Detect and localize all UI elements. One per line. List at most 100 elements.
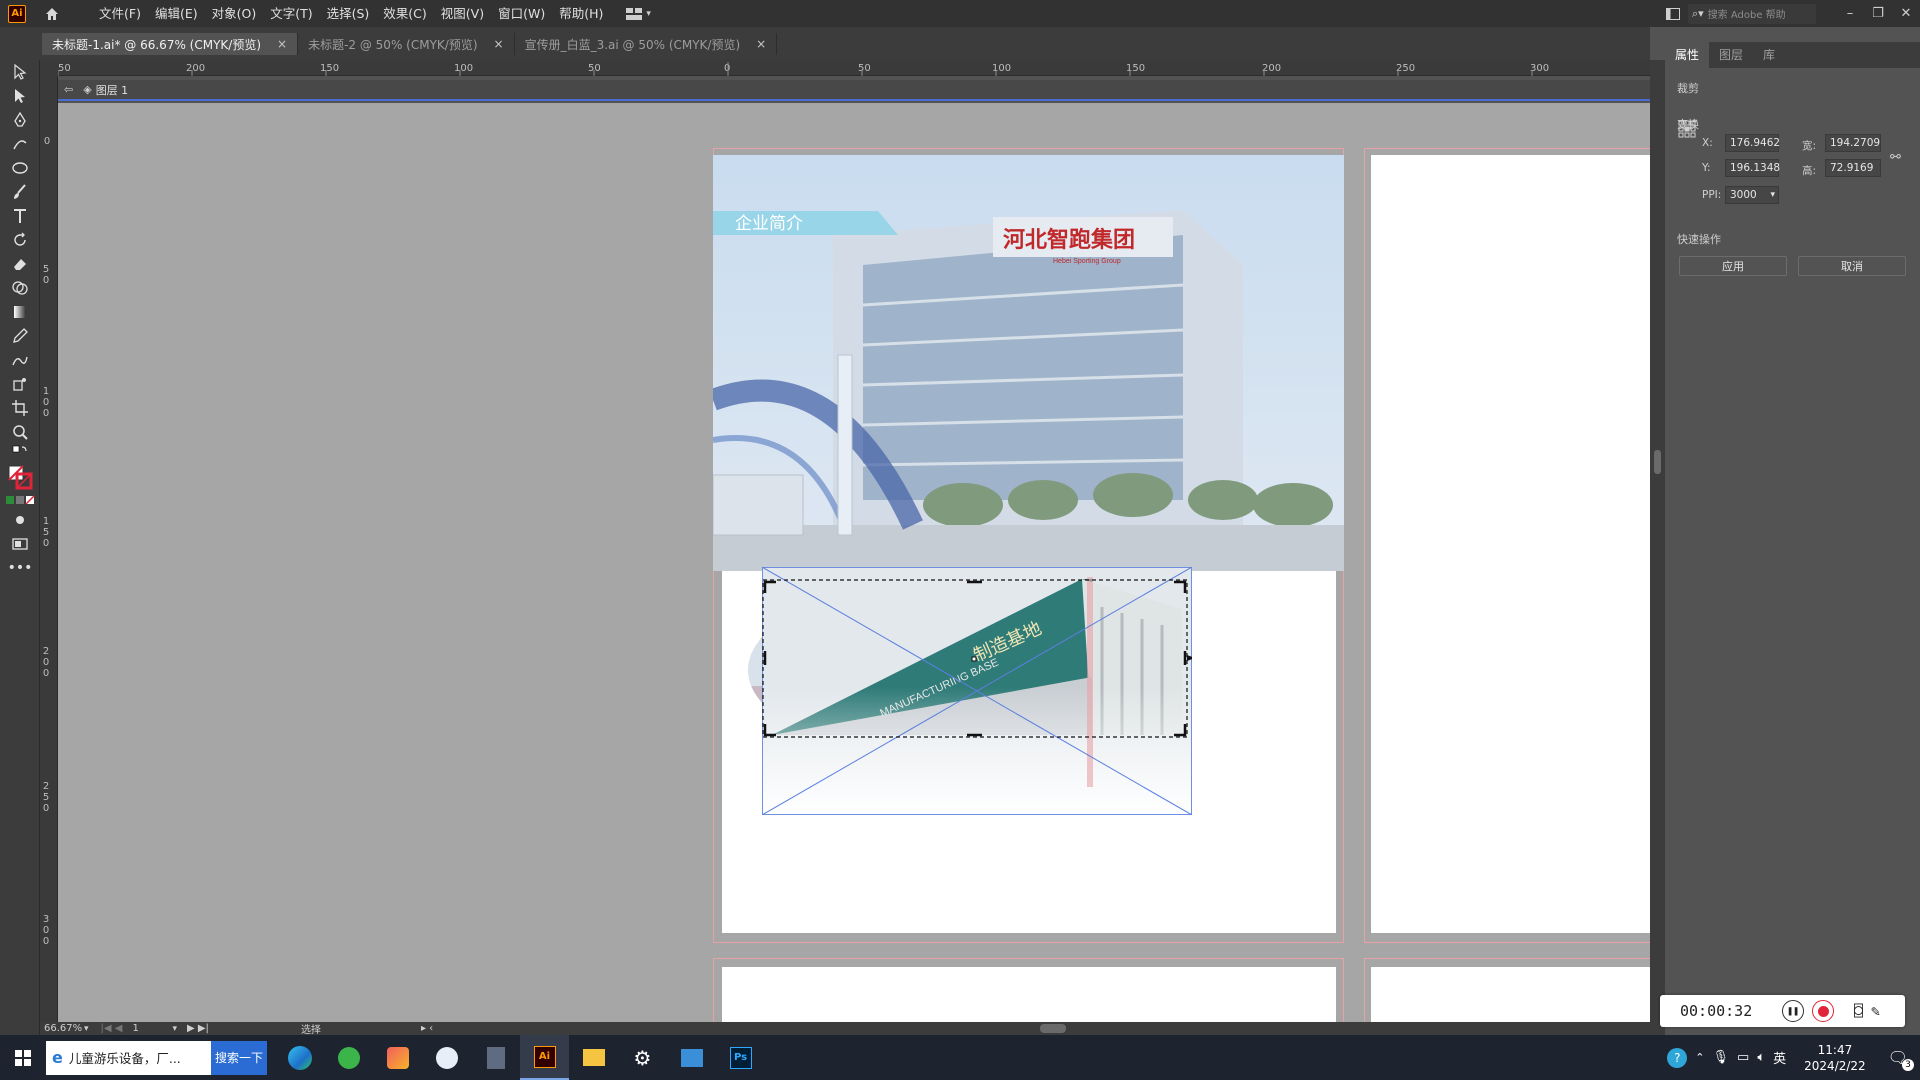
tab-document-3[interactable]: 宣传册_白蓝_3.ai @ 50% (CMYK/预览) × bbox=[514, 33, 778, 55]
artboard-4[interactable] bbox=[1371, 967, 1650, 1022]
eyedropper-tool-icon[interactable] bbox=[0, 324, 40, 348]
menu-window[interactable]: 窗口(W) bbox=[491, 0, 552, 27]
photoshop-icon[interactable]: Ps bbox=[716, 1035, 765, 1080]
tab-libraries[interactable]: 库 bbox=[1753, 42, 1785, 68]
menu-effect[interactable]: 效果(C) bbox=[376, 0, 433, 27]
eraser-tool-icon[interactable] bbox=[0, 252, 40, 276]
x-field[interactable]: 176.9462 bbox=[1725, 134, 1780, 152]
zoom-tool-icon[interactable] bbox=[0, 420, 40, 444]
microphone-icon[interactable]: 🎙︎ bbox=[1713, 1050, 1730, 1065]
tab-document-1[interactable]: 未标题-1.ai* @ 66.67% (CMYK/预览) × bbox=[42, 33, 299, 55]
menu-type[interactable]: 文字(T) bbox=[263, 0, 319, 27]
apply-button[interactable]: 应用 bbox=[1679, 256, 1787, 276]
rotate-tool-icon[interactable] bbox=[0, 228, 40, 252]
ime-indicator[interactable]: 英 bbox=[1773, 1048, 1786, 1067]
restore-button[interactable]: ❐ bbox=[1864, 0, 1892, 27]
app-store-icon[interactable] bbox=[422, 1035, 471, 1080]
horizontal-ruler[interactable]: 50 200 150 100 50 0 50 100 150 200 250 3… bbox=[58, 60, 1650, 76]
menu-select[interactable]: 选择(S) bbox=[320, 0, 377, 27]
cancel-button[interactable]: 取消 bbox=[1798, 256, 1906, 276]
reference-point-icon[interactable] bbox=[1678, 120, 1696, 138]
more-tools-icon[interactable]: ••• bbox=[0, 556, 40, 580]
swap-colors-icon[interactable] bbox=[0, 444, 40, 462]
camera-icon[interactable]: ⌼ bbox=[1854, 1002, 1863, 1020]
ppi-select[interactable]: 3000 ▾ bbox=[1725, 186, 1779, 204]
screen-mode-icon[interactable] bbox=[0, 532, 40, 556]
draw-mode-icon[interactable] bbox=[0, 508, 40, 532]
workspace-switcher[interactable]: ▾ bbox=[626, 7, 651, 20]
notification-icon[interactable]: 🗨︎ 3 bbox=[1888, 1048, 1914, 1071]
photo-app-icon[interactable] bbox=[373, 1035, 422, 1080]
back-arrow-icon[interactable]: ⇦ bbox=[64, 83, 73, 96]
width-field[interactable]: 194.2709 bbox=[1825, 134, 1881, 152]
height-field[interactable]: 72.9169 bbox=[1825, 159, 1881, 177]
paintbrush-tool-icon[interactable] bbox=[0, 180, 40, 204]
chevron-up-icon[interactable]: ⌃ bbox=[1695, 1051, 1704, 1064]
volume-icon[interactable]: 🔈︎ bbox=[1757, 1050, 1765, 1065]
factory-image-crop[interactable]: 制造基地 MANUFACTURING BASE bbox=[762, 567, 1192, 815]
next-artboard-icon[interactable]: ▶ ▶| bbox=[187, 1023, 209, 1034]
direct-selection-tool-icon[interactable] bbox=[0, 84, 40, 108]
taskbar-search-input[interactable]: e 儿童游乐设备，厂... bbox=[46, 1040, 211, 1075]
artboard-3[interactable] bbox=[722, 967, 1336, 1022]
vertical-ruler[interactable]: 0 50 100 150 200 250 300 bbox=[40, 76, 58, 1022]
ellipse-tool-icon[interactable] bbox=[0, 156, 40, 180]
menu-view[interactable]: 视图(V) bbox=[434, 0, 491, 27]
tab-document-2[interactable]: 未标题-2 @ 50% (CMYK/预览) × bbox=[298, 33, 515, 55]
artboard-tool-icon[interactable] bbox=[0, 396, 40, 420]
menu-file[interactable]: 文件(F) bbox=[92, 0, 148, 27]
browser-360-icon[interactable] bbox=[324, 1035, 373, 1080]
color-mode-icon[interactable] bbox=[0, 492, 40, 508]
help-search-input[interactable]: ⌕▾ 搜索 Adobe 帮助 bbox=[1688, 3, 1816, 24]
selection-tool-icon[interactable] bbox=[0, 60, 40, 84]
remote-desktop-icon[interactable] bbox=[667, 1035, 716, 1080]
taskbar-search-button[interactable]: 搜索一下 bbox=[211, 1040, 267, 1075]
minimize-button[interactable]: – bbox=[1836, 0, 1864, 27]
horizontal-scrollbar[interactable] bbox=[1040, 1024, 1066, 1033]
link-icon[interactable]: ⚯ bbox=[1890, 150, 1901, 165]
gradient-tool-icon[interactable] bbox=[0, 300, 40, 324]
windows-start-icon[interactable] bbox=[0, 1035, 46, 1080]
file-explorer-icon[interactable] bbox=[569, 1035, 618, 1080]
help-circle-icon[interactable]: ? bbox=[1667, 1047, 1688, 1068]
zoom-level[interactable]: 66.67% bbox=[44, 1023, 84, 1034]
pen-tool-icon[interactable] bbox=[0, 108, 40, 132]
tab-layers[interactable]: 图层 bbox=[1709, 42, 1753, 68]
tab-properties[interactable]: 属性 bbox=[1665, 42, 1710, 68]
symbol-sprayer-tool-icon[interactable] bbox=[0, 372, 40, 396]
first-artboard-icon[interactable]: |◀ ◀ bbox=[101, 1023, 123, 1034]
blend-tool-icon[interactable] bbox=[0, 348, 40, 372]
company-building-photo[interactable]: 河北智跑集团 Hebei Sporting Group 企业简介 bbox=[713, 155, 1344, 571]
close-window-button[interactable]: ✕ bbox=[1892, 0, 1920, 27]
edge-icon[interactable] bbox=[275, 1035, 324, 1080]
stop-record-icon[interactable] bbox=[1812, 1000, 1834, 1022]
illustrator-taskbar-icon[interactable]: Ai bbox=[520, 1035, 569, 1080]
panel-toggle-icon[interactable] bbox=[1658, 7, 1688, 20]
close-tab-icon[interactable]: × bbox=[277, 37, 287, 51]
curvature-tool-icon[interactable] bbox=[0, 132, 40, 156]
panel-scrollbar[interactable] bbox=[1650, 60, 1665, 1035]
taskbar-clock[interactable]: 11:47 2024/2/22 bbox=[1804, 1042, 1866, 1074]
chevron-down-icon[interactable]: ▾ bbox=[84, 1024, 89, 1034]
menu-edit[interactable]: 编辑(E) bbox=[148, 0, 205, 27]
fill-stroke-icon[interactable] bbox=[0, 462, 40, 492]
ruler-corner bbox=[40, 60, 58, 76]
pause-icon[interactable]: ❚❚ bbox=[1782, 1000, 1804, 1022]
artboard-number[interactable]: 1 bbox=[132, 1023, 172, 1034]
settings-icon[interactable]: ⚙ bbox=[618, 1035, 667, 1080]
menu-object[interactable]: 对象(O) bbox=[205, 0, 264, 27]
pen-icon[interactable]: ✎ bbox=[1871, 1002, 1880, 1020]
home-icon[interactable] bbox=[42, 4, 62, 24]
chevron-down-icon[interactable]: ▾ bbox=[172, 1024, 177, 1034]
shape-builder-tool-icon[interactable] bbox=[0, 276, 40, 300]
y-field[interactable]: 196.1348 bbox=[1725, 159, 1780, 177]
artboard-2[interactable] bbox=[1371, 155, 1650, 933]
close-tab-icon[interactable]: × bbox=[756, 37, 766, 51]
canvas-area[interactable]: 河北智跑集团 Hebei Sporting Group 企业简介 制造基地 bbox=[58, 103, 1650, 1022]
close-tab-icon[interactable]: × bbox=[494, 37, 504, 51]
type-tool-icon[interactable] bbox=[0, 204, 40, 228]
status-arrow-icon[interactable]: ▸ ‹ bbox=[421, 1023, 433, 1034]
network-icon[interactable]: ▭ bbox=[1737, 1050, 1749, 1065]
calculator-icon[interactable] bbox=[471, 1035, 520, 1080]
menu-help[interactable]: 帮助(H) bbox=[552, 0, 610, 27]
